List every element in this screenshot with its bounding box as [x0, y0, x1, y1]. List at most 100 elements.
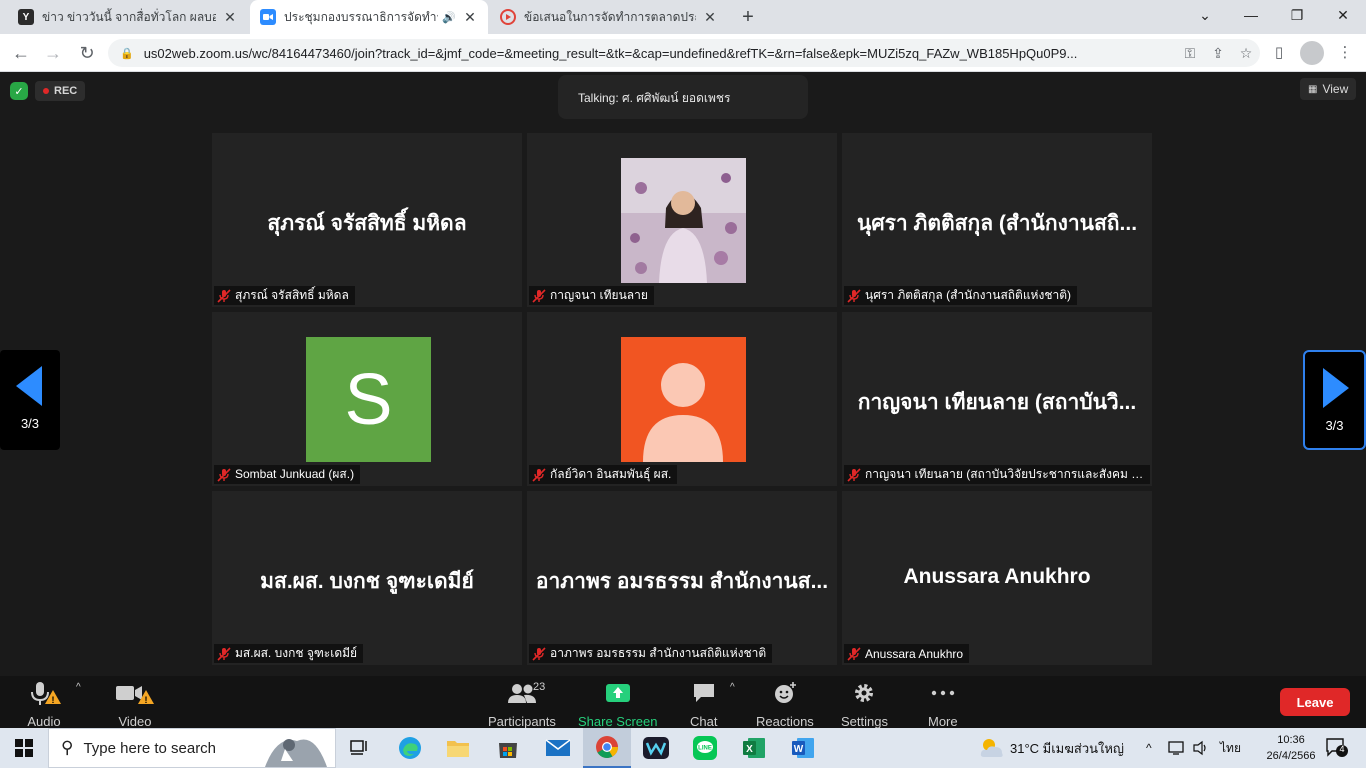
search-highlight-illustration — [265, 739, 327, 767]
meeting-area: ✓ REC Talking: ศ. ศศิพัฒน์ ยอดเพชร ▦ Vie… — [0, 73, 1366, 676]
notification-center-button[interactable]: 4 — [1326, 738, 1348, 758]
news-favicon-icon: Y — [18, 9, 34, 25]
taskbar-clock[interactable]: 10:36 26/4/2566 — [1262, 732, 1320, 764]
minimize-button[interactable]: — — [1228, 0, 1274, 30]
video-button[interactable]: ! Video — [114, 680, 156, 729]
speaker-icon[interactable]: 🔊 — [442, 11, 456, 24]
participant-tile[interactable]: กัลย์วิดา อินสมพันธุ์ ผส. — [527, 312, 837, 486]
audio-button[interactable]: ! Audio — [24, 680, 64, 729]
share-screen-button[interactable]: Share Screen — [578, 680, 658, 729]
participant-name-tag: สุภรณ์ จรัสสิทธิ์ มหิดล — [214, 286, 355, 305]
bookmark-star-icon[interactable]: ☆ — [1232, 45, 1260, 62]
left-arrow-icon — [16, 366, 42, 406]
browser-tab-proposal[interactable]: ข้อเสนอในการจัดทำการตลาดประมาณปี ✕ — [490, 0, 728, 34]
close-tab-icon[interactable]: ✕ — [462, 9, 478, 25]
close-tab-icon[interactable]: ✕ — [702, 9, 718, 25]
share-icon[interactable]: ⇪ — [1204, 45, 1232, 62]
participant-tile[interactable]: กาญจนา เทียนลาย (สถาบันวิ... กาญจนา เทีย… — [842, 312, 1152, 486]
search-placeholder: Type here to search — [83, 739, 217, 757]
gear-icon — [853, 680, 875, 706]
browser-toolbar: ← → ↻ 🔒 us02web.zoom.us/wc/84164473460/j… — [0, 34, 1366, 72]
word-icon[interactable]: W — [779, 728, 827, 768]
zoom-favicon-icon — [260, 9, 276, 25]
next-page-button[interactable]: 3/3 — [1303, 350, 1366, 450]
chat-button[interactable]: Chat — [690, 680, 717, 729]
browser-tab-news[interactable]: Y ข่าว ข่าววันนี้ จากสื่อทั่วโลก ผลบอลโล… — [8, 0, 248, 34]
reactions-button[interactable]: Reactions — [756, 680, 814, 729]
forward-arrow-icon[interactable]: → — [40, 41, 66, 65]
svg-text:!: ! — [145, 695, 148, 705]
participant-photo — [621, 158, 746, 283]
edge-browser-icon[interactable] — [386, 728, 434, 768]
reactions-emoji-icon — [773, 680, 797, 706]
view-label: View — [1322, 82, 1349, 96]
volume-icon[interactable] — [1192, 728, 1210, 768]
browser-tab-zoom[interactable]: ประชุมกองบรรณาธิการจัดทำราย 🔊 ✕ — [250, 0, 488, 34]
participant-name-tag: กัลย์วิดา อินสมพันธุ์ ผส. — [529, 465, 678, 484]
mic-muted-icon — [847, 288, 861, 303]
mic-muted-icon — [532, 646, 546, 661]
participant-display-name: Anussara Anukhro — [903, 565, 1091, 588]
menu-kebab-icon[interactable]: ⋮ — [1332, 41, 1358, 65]
chat-icon — [692, 680, 716, 706]
line-app-icon[interactable]: LINE — [681, 728, 729, 768]
participant-tile[interactable]: สุภรณ์ จรัสสิทธิ์ มหิดล สุภรณ์ จรัสสิทธิ… — [212, 133, 522, 307]
participant-tile[interactable]: Anussara Anukhro Anussara Anukhro — [842, 491, 1152, 665]
participant-tile[interactable]: มส.ผส. บงกช จูฑะเดมีย์ มส.ผส. บงกช จูฑะเ… — [212, 491, 522, 665]
rec-label: REC — [54, 85, 78, 97]
participant-tile[interactable]: นุศรา ภิตติสกุล (สำนักงานสถิ... นุศรา ภิ… — [842, 133, 1152, 307]
file-explorer-icon[interactable] — [434, 728, 482, 768]
side-panel-icon[interactable]: ▯ — [1266, 41, 1292, 65]
microsoft-store-icon[interactable] — [484, 728, 532, 768]
settings-button[interactable]: Settings — [841, 680, 888, 729]
weather-widget[interactable]: 31°C มีเมฆส่วนใหญ่ — [978, 728, 1124, 768]
key-icon[interactable]: ⚿ — [1176, 45, 1204, 62]
participant-letter-avatar: S — [306, 337, 431, 462]
security-shield-icon[interactable]: ✓ — [10, 82, 28, 100]
svg-text:!: ! — [52, 695, 55, 705]
mic-muted-icon — [217, 288, 231, 303]
excel-icon[interactable]: X — [730, 728, 778, 768]
chat-options-caret-icon[interactable]: ^ — [730, 682, 735, 693]
tab-search-chevron-icon[interactable]: ⌄ — [1182, 0, 1228, 30]
chrome-browser-icon[interactable] — [583, 728, 631, 768]
view-button[interactable]: ▦ View — [1300, 78, 1357, 100]
back-arrow-icon[interactable]: ← — [8, 41, 34, 65]
network-icon[interactable] — [1168, 728, 1186, 768]
taskbar-search-box[interactable]: ⚲ Type here to search — [48, 728, 336, 768]
clock-time: 10:36 — [1277, 734, 1305, 746]
previous-page-button[interactable]: 3/3 — [0, 350, 60, 450]
search-icon: ⚲ — [61, 738, 74, 757]
participant-name-tag: กาญจนา เทียนลาย (สถาบันวิจัยประชากรและสั… — [844, 465, 1150, 484]
participant-tile[interactable]: อาภาพร อมรธรรม สำนักงานส... อาภาพร อมรธร… — [527, 491, 837, 665]
mic-muted-icon — [217, 646, 231, 661]
microphone-warning-icon: ! — [24, 680, 64, 706]
audio-options-caret-icon[interactable]: ^ — [76, 682, 81, 693]
close-tab-icon[interactable]: ✕ — [222, 9, 238, 25]
participant-tile[interactable]: กาญจนา เทียนลาย — [527, 133, 837, 307]
camera-warning-icon: ! — [114, 680, 156, 706]
active-speaker-banner: Talking: ศ. ศศิพัฒน์ ยอดเพชร — [558, 75, 808, 119]
address-bar[interactable]: 🔒 us02web.zoom.us/wc/84164473460/join?tr… — [108, 39, 1260, 67]
leave-meeting-button[interactable]: Leave — [1280, 688, 1350, 716]
participants-button[interactable]: Participants — [488, 680, 556, 729]
lock-icon[interactable]: 🔒 — [120, 47, 134, 60]
close-window-button[interactable]: ✕ — [1320, 0, 1366, 30]
reload-icon[interactable]: ↻ — [74, 41, 100, 65]
task-view-icon[interactable] — [336, 728, 384, 768]
webex-icon[interactable] — [632, 728, 680, 768]
input-language-indicator[interactable]: ไทย — [1220, 728, 1241, 768]
page-indicator: 3/3 — [1325, 418, 1344, 433]
svg-text:X: X — [746, 744, 753, 755]
restore-button[interactable]: ❐ — [1274, 0, 1320, 30]
windows-start-button[interactable] — [0, 728, 48, 768]
url-text[interactable]: us02web.zoom.us/wc/84164473460/join?trac… — [144, 46, 1176, 61]
mail-icon[interactable] — [534, 728, 582, 768]
new-tab-button[interactable]: + — [738, 7, 758, 27]
participant-name-tag: Sombat Junkuad (ผส.) — [214, 465, 361, 484]
more-button[interactable]: More — [928, 680, 958, 729]
profile-avatar[interactable] — [1300, 41, 1324, 65]
show-hidden-icons-chevron-icon[interactable]: ^ — [1146, 728, 1152, 768]
default-person-avatar — [621, 337, 746, 462]
participant-tile[interactable]: S Sombat Junkuad (ผส.) — [212, 312, 522, 486]
